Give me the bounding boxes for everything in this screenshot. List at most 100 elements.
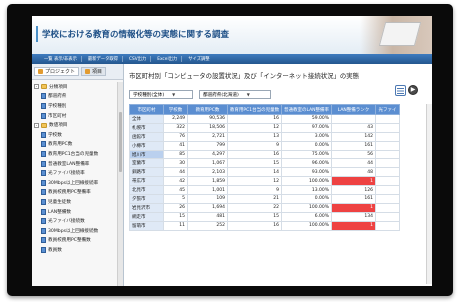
- municipality-cell: 旭川市: [129, 149, 164, 160]
- table-cell: [375, 149, 400, 160]
- table-cell: 1: [331, 176, 376, 187]
- tree-node[interactable]: 教員校務用PC整備率: [34, 188, 122, 198]
- page-title: 学校における教育の情報化等の実態に関する調査: [42, 30, 230, 40]
- tree-node-label: 教員校務用PC整備率: [48, 190, 91, 196]
- table-cell: 44: [163, 167, 188, 178]
- tree-node[interactable]: 光ファイバ接続数: [34, 216, 122, 226]
- tree-node-label: 教育用PC数: [48, 142, 73, 148]
- table-row[interactable]: 網走市 15 481 15 6.00% 134: [129, 211, 400, 222]
- menu-item-toggle-list[interactable]: 一覧 表示/非表示: [40, 56, 82, 62]
- menu-item-csv-export[interactable]: CSV出力: [125, 56, 152, 62]
- table-cell: 134: [331, 211, 376, 222]
- column-header[interactable]: LAN整備ランク: [331, 104, 376, 115]
- tree-node[interactable]: 教育用PC数: [34, 140, 122, 150]
- table-cell: 85: [163, 149, 188, 160]
- tree-node[interactable]: 児童生徒数: [34, 197, 122, 207]
- table-cell: 9: [227, 185, 282, 196]
- table-row[interactable]: 函館市 76 2,721 13 3.00% 142: [129, 131, 400, 142]
- table-cell: 100.00%: [281, 220, 332, 231]
- table-scrollbar[interactable]: [426, 104, 432, 284]
- tree-node[interactable]: 学校種別: [34, 101, 122, 111]
- table-row[interactable]: 全体 2,249 90,536 16 59.00%: [129, 114, 400, 124]
- table-row[interactable]: 夕張市 5 109 21 0.00% 161: [129, 194, 400, 204]
- grid-view-icon[interactable]: [395, 85, 406, 96]
- table-cell: 16: [227, 114, 282, 124]
- tree-node-label: 児童生徒数: [48, 199, 71, 205]
- table-row[interactable]: 帯広市 42 1,859 12 100.00% 1: [129, 176, 400, 187]
- menu-item-refresh-data[interactable]: 最新データ取得: [84, 56, 123, 62]
- table-cell: 59.00%: [281, 114, 332, 124]
- table-cell: 481: [187, 211, 228, 222]
- data-table: 市区町村 学校数 教育用PC数 教育用PC1台当の児童数 普通教室のLAN整備率 LAN整…: [129, 104, 400, 231]
- tree-node[interactable]: 都道府県: [34, 92, 122, 102]
- next-arrow-icon[interactable]: ▶: [408, 85, 418, 95]
- table-cell: 4,297: [187, 149, 228, 160]
- document-icon: [41, 198, 46, 205]
- table-cell: 109: [187, 194, 228, 204]
- collapse-toggle-icon[interactable]: -: [34, 84, 39, 90]
- prefecture-select[interactable]: 都道府県(北海道) ▼: [199, 90, 271, 99]
- column-header[interactable]: 市区町村: [129, 104, 164, 115]
- tab-label: 項目: [92, 69, 103, 75]
- table-row[interactable]: 室蘭市 30 1,067 15 96.00% 44: [129, 158, 400, 169]
- tree-node[interactable]: 教員校務用PC整備数: [34, 236, 122, 246]
- table-cell: [375, 185, 400, 196]
- menu-item-resize[interactable]: サイズ調整: [184, 56, 213, 62]
- tree-node[interactable]: 教育用PC1台当の児童数: [34, 149, 122, 159]
- school-type-select[interactable]: 学校種別(全体) ▼: [129, 90, 193, 99]
- table-cell: [331, 114, 376, 124]
- document-icon: [41, 102, 46, 109]
- tree-node[interactable]: - 分類項目: [34, 82, 122, 92]
- table-cell: [375, 140, 400, 151]
- menu-item-excel-export[interactable]: Excel出力: [153, 56, 183, 62]
- column-header[interactable]: 学校数: [163, 104, 188, 115]
- table-row[interactable]: 札幌市 322 18,506 12 97.00% 43: [129, 122, 400, 133]
- table-cell: 26: [163, 202, 188, 213]
- table-cell: 11: [163, 220, 188, 231]
- column-header[interactable]: 普通教室のLAN整備率: [281, 104, 332, 115]
- table-row[interactable]: 留萌市 11 252 16 100.00% 1: [129, 220, 400, 231]
- table-cell: 97.00%: [281, 122, 332, 133]
- tree-node-label: 分類項目: [49, 84, 68, 90]
- table-cell: 2,721: [187, 131, 228, 142]
- table-row[interactable]: 旭川市 85 4,297 16 75.00% 56: [129, 149, 400, 160]
- item-tree: - 分類項目都道府県 学校種別 市区町村 - 数値項目 学校数教育用PC数 教育用PC1台当の…: [34, 82, 122, 255]
- filter-selects: 学校種別(全体) ▼ 都道府県(北海道) ▼: [129, 90, 271, 99]
- tree-node[interactable]: 30Mbps以上回線接続数: [34, 226, 122, 236]
- column-header[interactable]: 教育用PC1台当の児童数: [227, 104, 282, 115]
- tree-node[interactable]: 学校数: [34, 130, 122, 140]
- table-cell: 15: [163, 211, 188, 222]
- tree-node-label: 教員数: [48, 247, 62, 253]
- table-cell: 1: [331, 220, 376, 231]
- table-cell: 126: [331, 185, 376, 196]
- municipality-cell: 北見市: [129, 185, 164, 196]
- table-cell: 90,536: [187, 114, 228, 124]
- tree-node[interactable]: 普通教室LAN整備率: [34, 159, 122, 169]
- tree-node[interactable]: 30Mbps以上回線接続率: [34, 178, 122, 188]
- column-header[interactable]: 光ファイ: [375, 104, 400, 115]
- table-cell: 22: [227, 202, 282, 213]
- table-row[interactable]: 岩見沢市 26 1,694 22 100.00% 1: [129, 202, 400, 213]
- tree-node[interactable]: LAN整備数: [34, 207, 122, 217]
- table-cell: 56: [331, 149, 376, 160]
- collapse-toggle-icon[interactable]: -: [34, 122, 39, 128]
- scrollbar-thumb[interactable]: [119, 112, 122, 172]
- table-cell: 0.00%: [281, 140, 332, 151]
- tab-project[interactable]: プロジェクト: [34, 67, 80, 76]
- tree-node[interactable]: - 数値項目: [34, 120, 122, 130]
- municipality-cell: 室蘭市: [129, 158, 164, 169]
- tree-node[interactable]: 教員数: [34, 245, 122, 255]
- table-cell: 100.00%: [281, 202, 332, 213]
- tree-node[interactable]: 光ファイバ接続率: [34, 168, 122, 178]
- table-row[interactable]: 小樽市 41 799 9 0.00% 161: [129, 140, 400, 151]
- tree-node[interactable]: 市区町村: [34, 111, 122, 121]
- table-row[interactable]: 北見市 45 1,001 9 13.00% 126: [129, 185, 400, 196]
- table-cell: [375, 114, 400, 124]
- chevron-down-icon: ▼: [172, 92, 176, 97]
- folder-icon: [41, 122, 47, 128]
- table-row[interactable]: 釧路市 44 2,103 14 93.00% 48: [129, 167, 400, 178]
- table-cell: 48: [331, 167, 376, 178]
- column-header[interactable]: 教育用PC数: [187, 104, 228, 115]
- tab-items[interactable]: 項目: [81, 67, 107, 76]
- sidebar-scrollbar[interactable]: [117, 82, 123, 286]
